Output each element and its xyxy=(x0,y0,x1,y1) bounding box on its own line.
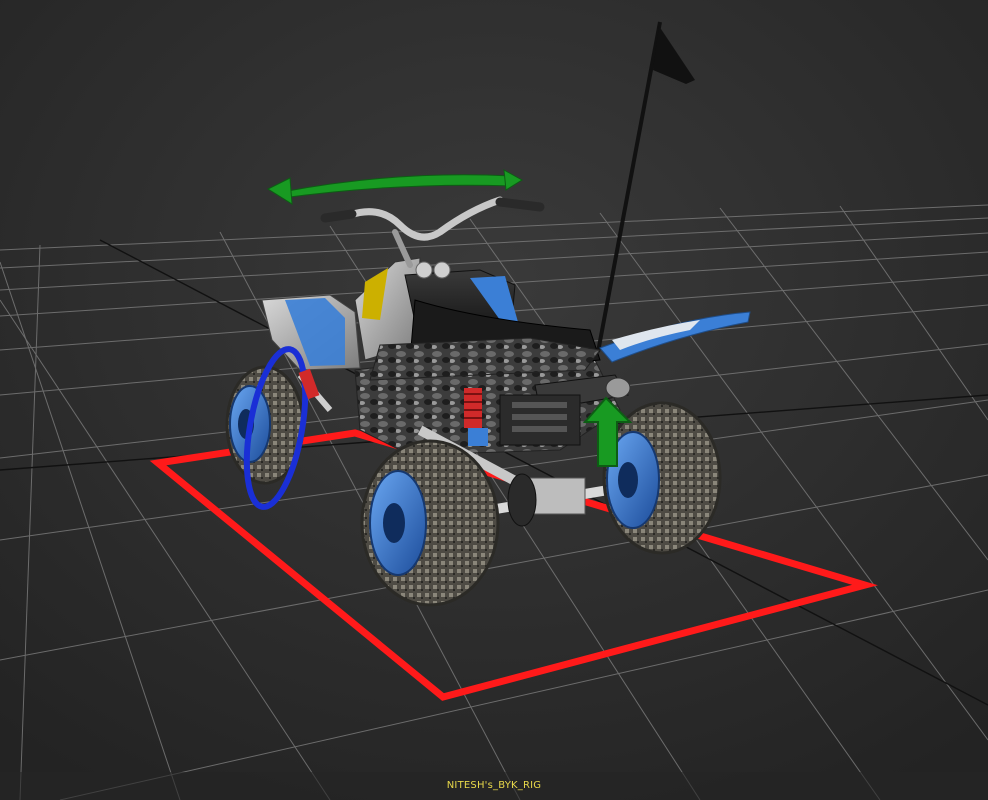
viewport-canvas[interactable] xyxy=(0,0,988,800)
rear-left-wheel xyxy=(360,439,500,607)
rear-right-wheel xyxy=(602,401,722,555)
3d-viewport[interactable]: NITESH's_BYK_RIG xyxy=(0,0,988,800)
viewport-caption: NITESH's_BYK_RIG xyxy=(446,780,542,791)
